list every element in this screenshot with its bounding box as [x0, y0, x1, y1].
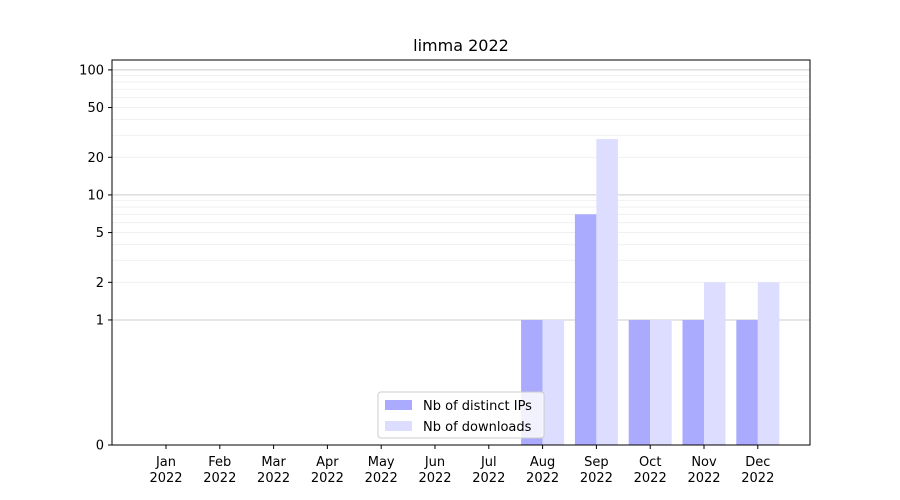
y-tick-label: 50	[87, 101, 104, 116]
bar-layer	[521, 139, 780, 445]
legend-label: Nb of distinct IPs	[423, 399, 532, 414]
legend-swatch	[385, 421, 412, 431]
x-tick-label-month: Feb	[208, 455, 231, 470]
x-tick-label-month: Aug	[530, 455, 555, 470]
x-tick-label-month: Mar	[261, 455, 286, 470]
legend-swatch	[385, 400, 412, 410]
y-tick-label: 20	[87, 151, 104, 166]
legend: Nb of distinct IPs Nb of downloads	[377, 391, 545, 439]
x-tick-label-month: Sep	[584, 455, 609, 470]
bar-downloads	[757, 282, 780, 445]
y-tick-label: 10	[87, 188, 104, 203]
y-tick-label: 1	[96, 313, 104, 328]
legend-label: Nb of downloads	[423, 420, 532, 435]
y-tick-label: 5	[96, 226, 104, 241]
x-tick-label-year: 2022	[203, 471, 236, 486]
x-tick-label-year: 2022	[149, 471, 182, 486]
chart-title: limma 2022	[413, 36, 509, 55]
bar-distinct-ips	[628, 319, 651, 445]
x-tick-label-month: Apr	[316, 455, 339, 470]
bar-distinct-ips	[682, 319, 704, 445]
x-tick-label-month: Jun	[424, 455, 445, 470]
x-tick-label-year: 2022	[526, 471, 559, 486]
x-tick-label-month: Dec	[745, 455, 770, 470]
bar-distinct-ips	[574, 214, 597, 445]
chart: 0125102050100Jan2022Feb2022Mar2022Apr202…	[79, 36, 811, 486]
x-tick-label-month: Oct	[639, 455, 661, 470]
x-tick-label-month: May	[368, 455, 395, 470]
x-tick-label-year: 2022	[311, 471, 344, 486]
x-tick-label-year: 2022	[257, 471, 290, 486]
x-tick-label-year: 2022	[634, 471, 667, 486]
bar-downloads	[650, 319, 672, 445]
x-tick-label-year: 2022	[472, 471, 505, 486]
x-tick-label-year: 2022	[418, 471, 451, 486]
bar-distinct-ips	[736, 319, 758, 445]
x-tick-label-month: Nov	[691, 455, 717, 470]
y-tick-label: 0	[96, 439, 104, 454]
x-tick-label-year: 2022	[365, 471, 398, 486]
bar-downloads	[704, 282, 726, 445]
bar-downloads	[596, 139, 618, 445]
x-tick-label-year: 2022	[741, 471, 774, 486]
bar-downloads	[542, 319, 565, 445]
x-tick-label-year: 2022	[580, 471, 613, 486]
x-tick-label-year: 2022	[687, 471, 720, 486]
x-tick-label-month: Jul	[480, 455, 497, 470]
y-tick-label: 2	[96, 276, 104, 291]
x-tick-label-month: Jan	[155, 455, 176, 470]
y-tick-label: 100	[79, 63, 104, 78]
